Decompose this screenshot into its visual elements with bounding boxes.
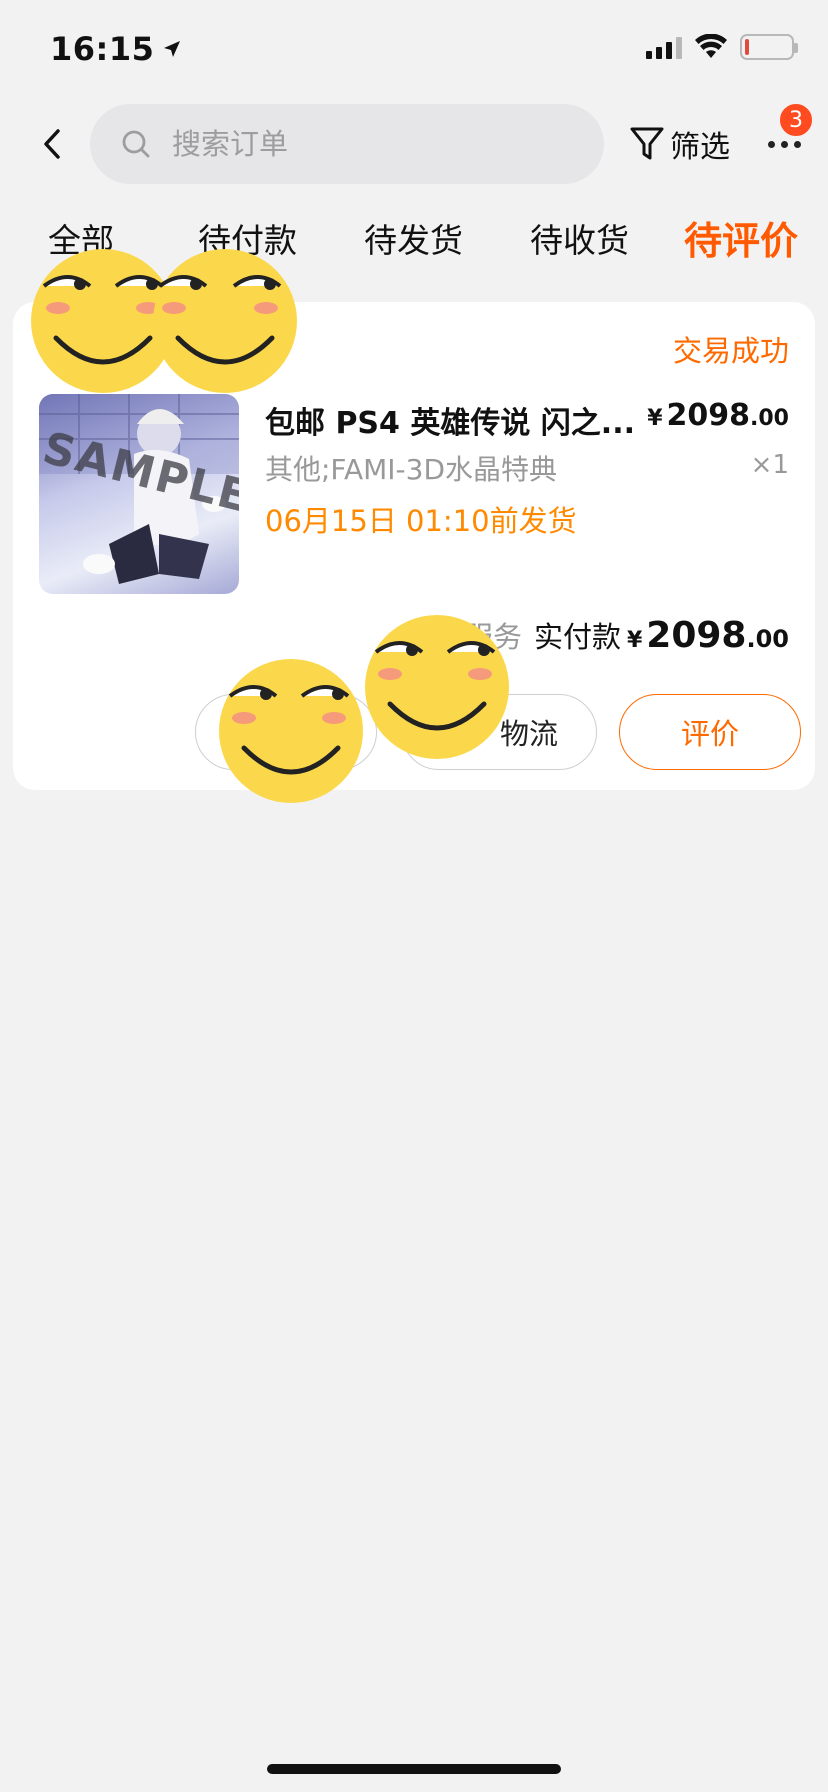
tab-pending-shipment[interactable]: 待发货 (364, 214, 463, 262)
filter-label: 筛选 (670, 130, 730, 165)
status-icons (646, 34, 798, 60)
price-decimal: .00 (750, 406, 789, 431)
status-bar: 16:15 (0, 0, 828, 100)
product-quantity: ×1 (750, 450, 789, 480)
paid-label: 实付款 (533, 620, 621, 654)
ship-deadline: 06月15日 01:10前发货 (265, 504, 577, 538)
clock-text: 16:15 (50, 30, 155, 68)
wifi-icon (695, 34, 727, 58)
tab-pending-review[interactable]: 待评价 (684, 210, 798, 265)
back-button[interactable] (30, 122, 74, 166)
filter-button[interactable]: 筛选 (630, 122, 730, 166)
smiley-sticker-icon (153, 249, 297, 393)
total-currency-symbol: ¥ (626, 628, 643, 653)
search-input[interactable] (172, 127, 552, 161)
smiley-sticker-icon (219, 659, 363, 803)
review-button[interactable]: 评价 (619, 694, 801, 770)
order-status-text: 交易成功 (672, 334, 789, 368)
search-icon (122, 130, 150, 158)
cellular-signal-icon (646, 35, 682, 59)
total-integer: 2098 (646, 615, 747, 656)
battery-icon (740, 34, 798, 60)
product-title[interactable]: 包邮 PS4 英雄传说 闪之... (265, 398, 645, 442)
tab-pending-receipt[interactable]: 待收货 (530, 214, 629, 262)
filter-funnel-icon (630, 127, 664, 160)
smiley-sticker-icon (365, 615, 509, 759)
price-integer: 2098 (666, 398, 751, 433)
search-box[interactable] (90, 104, 604, 184)
product-thumbnail[interactable]: SAMPLE (39, 394, 239, 594)
order-search-header: 筛选 3 (0, 102, 828, 184)
location-arrow-icon (164, 41, 181, 57)
currency-symbol: ¥ (647, 406, 663, 431)
chevron-left-icon (44, 129, 60, 159)
home-indicator[interactable] (267, 1764, 561, 1774)
notification-badge: 3 (778, 102, 814, 138)
product-spec: 其他;FAMI-3D水晶特典 (265, 453, 558, 486)
product-price: ¥ 2098 .00 (647, 398, 789, 433)
total-decimal: .00 (746, 625, 789, 653)
status-time: 16:15 (50, 30, 182, 68)
